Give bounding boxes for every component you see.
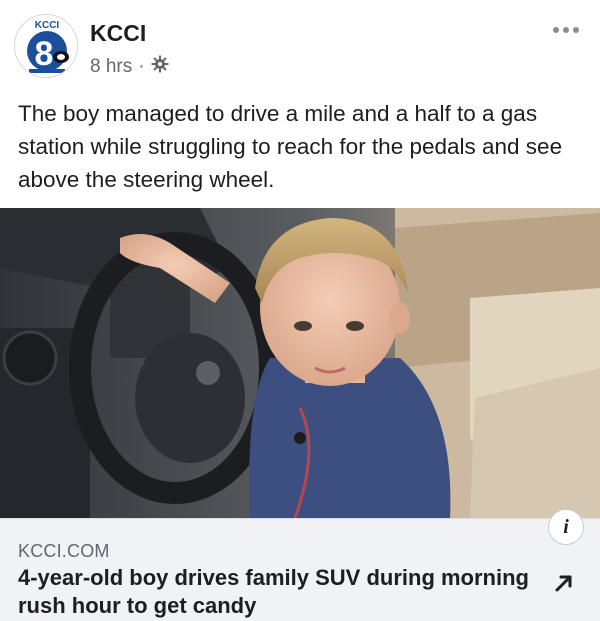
page-avatar[interactable]: KCCI 8 (14, 14, 78, 78)
arrow-up-right-icon[interactable] (550, 569, 578, 597)
info-button[interactable]: i (548, 509, 584, 545)
link-title[interactable]: 4-year-old boy drives family SUV during … (18, 564, 538, 620)
gear-icon[interactable] (151, 55, 169, 79)
meta-separator: · (138, 56, 145, 77)
link-preview-card[interactable]: i KCCI.COM 4-year-old boy drives family … (0, 509, 600, 621)
more-dots-icon (553, 27, 579, 33)
boy-driving-photo (0, 208, 600, 518)
kcci-logo-icon: KCCI 8 (16, 16, 77, 77)
svg-text:8: 8 (35, 35, 54, 73)
page-name[interactable]: KCCI (90, 20, 146, 47)
post-timestamp[interactable]: 8 hrs (90, 56, 132, 78)
post-header: KCCI 8 KCCI 8 hrs · (0, 0, 600, 92)
link-domain: KCCI.COM (18, 541, 110, 561)
svg-text:KCCI: KCCI (35, 20, 60, 31)
post-photo[interactable] (0, 208, 600, 518)
post-meta: 8 hrs · (90, 55, 169, 79)
post-text: The boy managed to drive a mile and a ha… (18, 101, 563, 192)
more-options-button[interactable] (546, 18, 586, 42)
